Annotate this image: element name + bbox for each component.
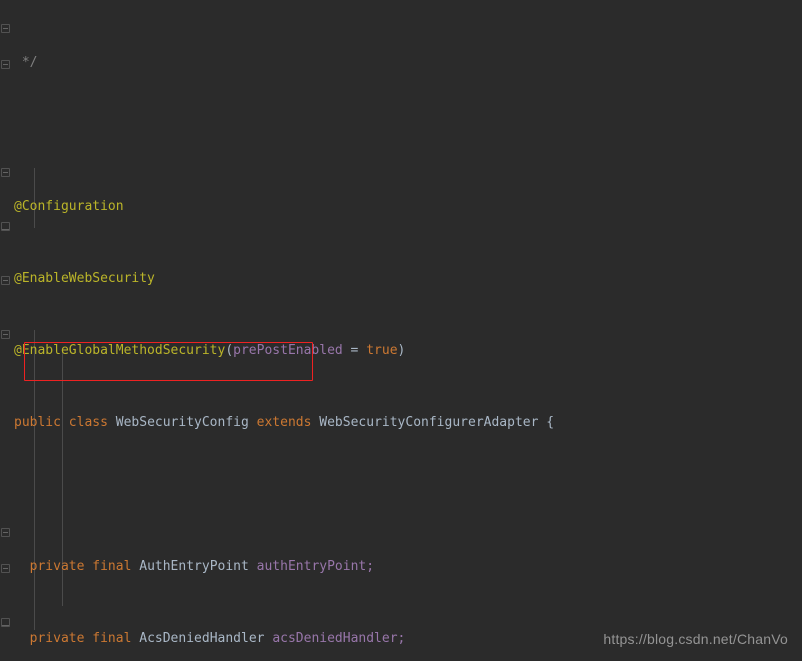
field-type-authentrypoint: AuthEntryPoint: [139, 559, 249, 574]
field-authentrypoint: authEntryPoint;: [256, 559, 375, 574]
superclass-name: WebSecurityConfigurerAdapter {: [319, 415, 555, 430]
code-line-3[interactable]: @Configuration: [0, 198, 802, 216]
code-line-5[interactable]: @EnableGlobalMethodSecurity(prePostEnabl…: [0, 342, 802, 360]
keyword-public: public: [14, 415, 61, 430]
code-line-1[interactable]: */: [0, 54, 802, 72]
field-type-acsdeniedhandler: AcsDeniedHandler: [139, 631, 265, 646]
annotation-enablewebsecurity: @EnableWebSecurity: [14, 271, 155, 286]
code-content[interactable]: */ @Configuration @EnableWebSecurity @En…: [0, 0, 802, 661]
keyword-final-2: final: [92, 631, 132, 646]
field-acsdeniedhandler: acsDeniedHandler;: [272, 631, 406, 646]
boolean-true: true: [366, 343, 398, 358]
code-line-2[interactable]: [0, 126, 802, 144]
annotation-param-prepostenabled: prePostEnabled: [233, 343, 343, 358]
paren-open: (: [225, 343, 234, 358]
line-1-comment: */: [14, 55, 38, 70]
annotation-configuration: @Configuration: [14, 199, 124, 214]
code-line-6[interactable]: public class WebSecurityConfig extends W…: [0, 414, 802, 432]
code-editor[interactable]: */ @Configuration @EnableWebSecurity @En…: [0, 0, 802, 661]
code-line-8[interactable]: private final AuthEntryPoint authEntryPo…: [0, 558, 802, 576]
equals-sign: =: [342, 343, 367, 358]
code-line-4[interactable]: @EnableWebSecurity: [0, 270, 802, 288]
keyword-class: class: [68, 415, 108, 430]
keyword-private-1: private: [29, 559, 85, 574]
watermark-url: https://blog.csdn.net/ChanVo: [603, 631, 788, 647]
annotation-enableglobalmethodsecurity: @EnableGlobalMethodSecurity: [14, 343, 226, 358]
class-name: WebSecurityConfig: [115, 415, 249, 430]
code-line-7[interactable]: [0, 486, 802, 504]
paren-close: ): [397, 343, 406, 358]
keyword-private-2: private: [29, 631, 85, 646]
keyword-final-1: final: [92, 559, 132, 574]
keyword-extends: extends: [256, 415, 312, 430]
